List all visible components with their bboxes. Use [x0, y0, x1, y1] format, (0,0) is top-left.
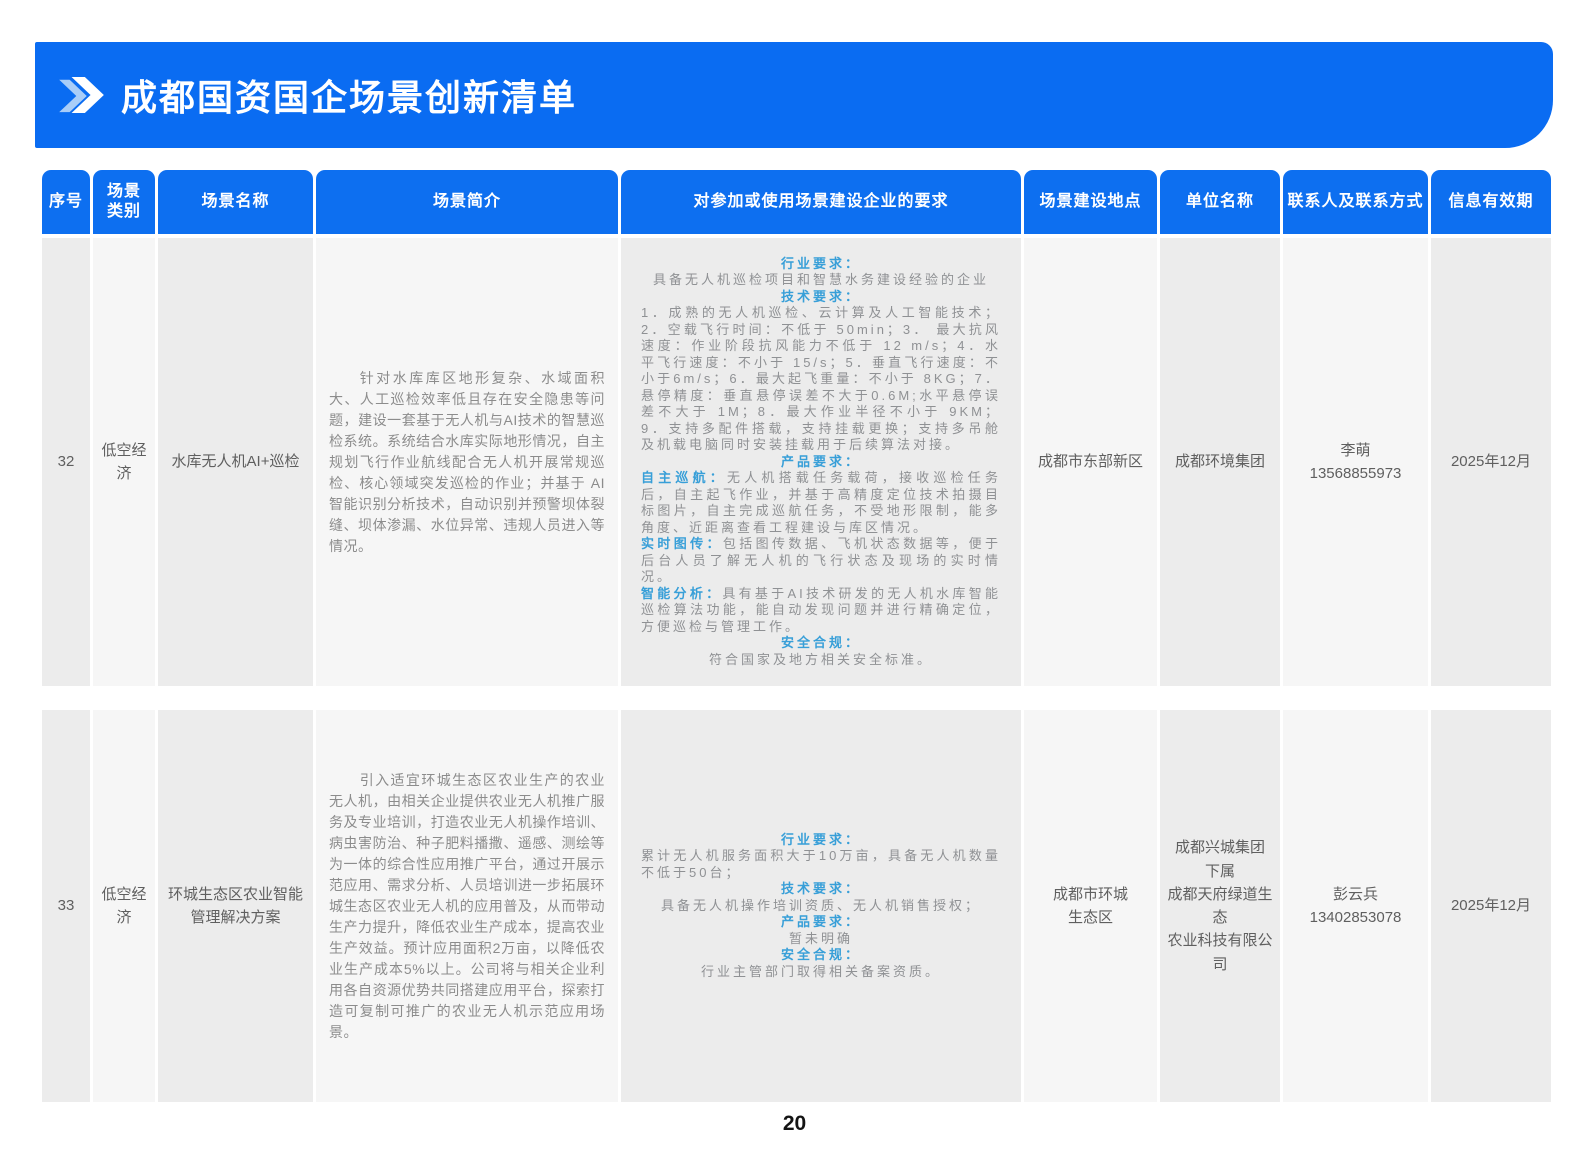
cell-location: 成都市东部新区 — [1024, 238, 1157, 686]
title-banner: 成都国资国企场景创新清单 — [35, 42, 1553, 148]
col-header-seq: 序号 — [42, 170, 90, 234]
cell-scene-name: 水库无人机AI+巡检 — [158, 238, 313, 686]
requirement-label: 自主巡航： — [641, 470, 727, 485]
requirement-line: 具备无人机操作培训资质、无人机销售授权； — [661, 898, 981, 915]
requirement-line: 行业要求： — [781, 832, 861, 849]
cell-location: 成都市环城 生态区 — [1024, 710, 1157, 1102]
requirement-line: 暂未明确 — [789, 931, 853, 948]
requirement-label: 行业要求： — [781, 256, 861, 271]
requirement-line: 智能分析：具有基于AI技术研发的无人机水库智能巡检算法功能，能自动发现问题并进行… — [641, 586, 1001, 636]
requirement-label: 安全合规： — [781, 635, 861, 650]
requirement-text: 行业主管部门取得相关备案资质。 — [701, 964, 941, 979]
requirement-label: 产品要求： — [781, 454, 861, 469]
cell-category: 低空经济 — [93, 238, 155, 686]
cell-validity: 2025年12月 — [1431, 710, 1551, 1102]
cell-validity: 2025年12月 — [1431, 238, 1551, 686]
requirement-text: 符合国家及地方相关安全标准。 — [709, 652, 933, 667]
col-header-contact: 联系人及联系方式 — [1283, 170, 1428, 234]
requirement-text: 具备无人机操作培训资质、无人机销售授权； — [661, 898, 981, 913]
cell-scene-name: 环城生态区农业智能管理解决方案 — [158, 710, 313, 1102]
requirement-line: 产品要求： — [781, 914, 861, 931]
col-header-validity: 信息有效期 — [1431, 170, 1551, 234]
requirement-text: 累计无人机服务面积大于10万亩，具备无人机数量不低于50台； — [641, 848, 1001, 880]
requirement-line: 实时图传：包括图传数据、飞机状态数据等，便于后台人员了解无人机的飞行状态及现场的… — [641, 536, 1001, 586]
requirement-label: 行业要求： — [781, 832, 861, 847]
page-number: 20 — [0, 1112, 1589, 1136]
col-header-category: 场景 类别 — [93, 170, 155, 234]
requirement-label: 安全合规： — [781, 947, 861, 962]
cell-requirements: 行业要求：累计无人机服务面积大于10万亩，具备无人机数量不低于50台；技术要求：… — [621, 710, 1021, 1102]
cell-seq: 33 — [42, 710, 90, 1102]
col-header-organization: 单位名称 — [1160, 170, 1280, 234]
requirement-text: 1．成熟的无人机巡检、云计算及人工智能技术；2．空载飞行时间：不低于 50min… — [641, 305, 1001, 452]
intro-text: 针对水库库区地形复杂、水域面积大、人工巡检效率低且存在安全隐患等问题，建设一套基… — [329, 368, 605, 557]
table-header-row: 序号 场景 类别 场景名称 场景简介 对参加或使用场景建设企业的要求 场景建设地… — [42, 170, 1551, 234]
cell-seq: 32 — [42, 238, 90, 686]
requirement-line: 符合国家及地方相关安全标准。 — [709, 652, 933, 669]
requirement-label: 实时图传： — [641, 536, 723, 551]
chevron-right-icon — [59, 76, 105, 114]
table-row: 33 低空经济 环城生态区农业智能管理解决方案 引入适宜环城生态区农业生产的农业… — [42, 710, 1551, 1102]
intro-text: 引入适宜环城生态区农业生产的农业无人机，由相关企业提供农业无人机推广服务及专业培… — [329, 770, 605, 1043]
scene-table: 序号 场景 类别 场景名称 场景简介 对参加或使用场景建设企业的要求 场景建设地… — [42, 170, 1551, 1102]
cell-organization: 成都环境集团 — [1160, 238, 1280, 686]
cell-requirements: 行业要求：具备无人机巡检项目和智慧水务建设经验的企业技术要求：1．成熟的无人机巡… — [621, 238, 1021, 686]
requirement-line: 具备无人机巡检项目和智慧水务建设经验的企业 — [653, 272, 989, 289]
requirement-text: 具备无人机巡检项目和智慧水务建设经验的企业 — [653, 272, 989, 287]
cell-category: 低空经济 — [93, 710, 155, 1102]
requirement-label: 智能分析： — [641, 586, 722, 601]
requirement-text: 暂未明确 — [789, 931, 853, 946]
cell-contact: 彭云兵 13402853078 — [1283, 710, 1428, 1102]
cell-intro: 引入适宜环城生态区农业生产的农业无人机，由相关企业提供农业无人机推广服务及专业培… — [316, 710, 618, 1102]
cell-organization: 成都兴城集团 下属 成都天府绿道生态 农业科技有限公司 — [1160, 710, 1280, 1102]
cell-intro: 针对水库库区地形复杂、水域面积大、人工巡检效率低且存在安全隐患等问题，建设一套基… — [316, 238, 618, 686]
requirement-label: 技术要求： — [781, 289, 861, 304]
table-row: 32 低空经济 水库无人机AI+巡检 针对水库库区地形复杂、水域面积大、人工巡检… — [42, 238, 1551, 686]
page-title: 成都国资国企场景创新清单 — [121, 69, 577, 121]
requirement-line: 1．成熟的无人机巡检、云计算及人工智能技术；2．空载飞行时间：不低于 50min… — [641, 305, 1001, 454]
requirement-line: 技术要求： — [781, 289, 861, 306]
requirement-line: 累计无人机服务面积大于10万亩，具备无人机数量不低于50台； — [641, 848, 1001, 881]
cell-contact: 李萌 13568855973 — [1283, 238, 1428, 686]
requirement-line: 行业要求： — [781, 256, 861, 273]
requirement-label: 产品要求： — [781, 914, 861, 929]
requirement-line: 产品要求： — [781, 454, 861, 471]
col-header-name: 场景名称 — [158, 170, 313, 234]
requirement-line: 自主巡航：无人机搭载任务载荷，接收巡检任务后，自主起飞作业，并基于高精度定位技术… — [641, 470, 1001, 536]
col-header-requirements: 对参加或使用场景建设企业的要求 — [621, 170, 1021, 234]
col-header-location: 场景建设地点 — [1024, 170, 1157, 234]
requirement-line: 行业主管部门取得相关备案资质。 — [701, 964, 941, 981]
col-header-intro: 场景简介 — [316, 170, 618, 234]
requirement-label: 技术要求： — [781, 881, 861, 896]
requirement-line: 安全合规： — [781, 947, 861, 964]
requirement-line: 安全合规： — [781, 635, 861, 652]
requirement-line: 技术要求： — [781, 881, 861, 898]
